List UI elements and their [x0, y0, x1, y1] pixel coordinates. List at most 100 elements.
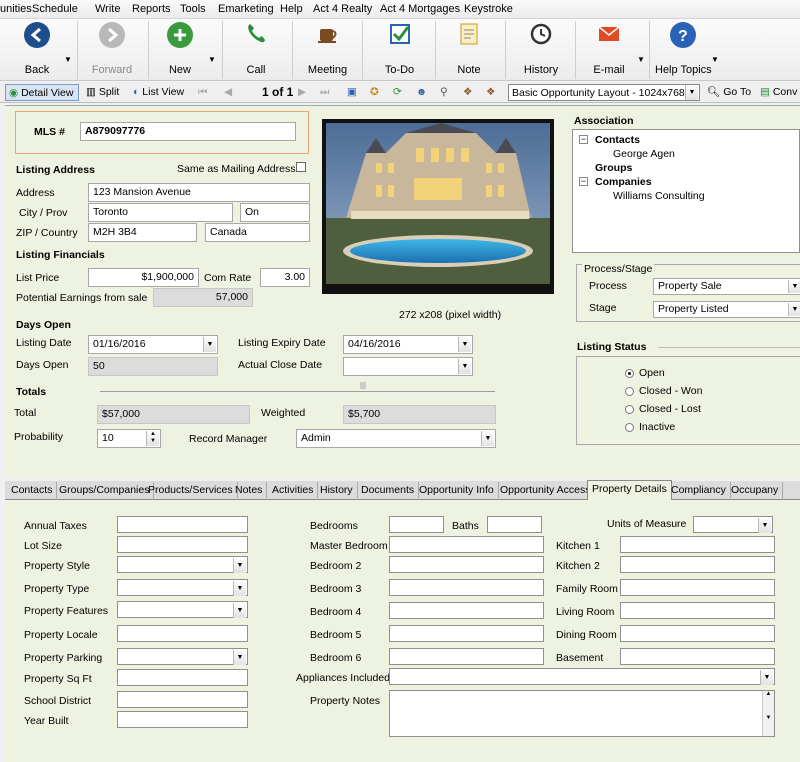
back-dropdown-icon[interactable]: ▼ — [64, 55, 72, 64]
property-locale-field[interactable] — [117, 625, 248, 642]
tab-opportunity-access[interactable]: Opportunity Access — [496, 482, 596, 500]
call-button[interactable]: Call — [230, 19, 282, 81]
tab-occupany[interactable]: Occupany — [727, 482, 784, 500]
tab-documents[interactable]: Documents — [357, 482, 420, 500]
menu-schedule[interactable]: Schedule — [32, 3, 78, 15]
meeting-button[interactable]: Meeting — [300, 19, 355, 81]
tab-compliancy[interactable]: Compliancy — [667, 482, 731, 500]
go-to-button[interactable]: 🔍︎ Go To — [707, 84, 751, 101]
annual-taxes-field[interactable] — [117, 516, 248, 533]
sync-icon[interactable]: ⟳ — [393, 84, 402, 101]
help-dropdown-icon[interactable]: ▼ — [711, 55, 719, 64]
year-built-field[interactable] — [117, 711, 248, 728]
save-icon[interactable]: ▣ — [347, 84, 357, 101]
companies-node[interactable]: Companies — [595, 176, 652, 188]
bedroom-3-field[interactable] — [389, 579, 544, 596]
basement-field[interactable] — [620, 648, 775, 665]
baths-field[interactable] — [487, 516, 542, 533]
bedroom-6-field[interactable] — [389, 648, 544, 665]
bedroom-5-field[interactable] — [389, 625, 544, 642]
mls-field[interactable]: A879097776 — [80, 122, 296, 141]
contact-node[interactable]: George Agen — [613, 148, 675, 160]
tab-history[interactable]: History — [316, 482, 358, 500]
property-style-select[interactable]: ▼ — [117, 556, 248, 573]
split-button[interactable]: ▥ Split — [86, 84, 119, 101]
email-button[interactable]: E-mail — [583, 19, 635, 81]
tab-property-details[interactable]: Property Details — [587, 480, 672, 500]
menu-act4realty[interactable]: Act 4 Realty — [313, 3, 372, 15]
record-manager-select[interactable]: Admin ▼ — [296, 429, 496, 448]
menu-write[interactable]: Write — [95, 3, 120, 15]
history-button[interactable]: History — [515, 19, 567, 81]
menu-help[interactable]: Help — [280, 3, 303, 15]
status-open-radio[interactable] — [625, 369, 634, 378]
email-dropdown-icon[interactable]: ▼ — [637, 55, 645, 64]
menu-act4mortgages[interactable]: Act 4 Mortgages — [380, 3, 460, 15]
tab-opportunity-info[interactable]: Opportunity Info — [415, 482, 499, 500]
family-room-field[interactable] — [620, 579, 775, 596]
collapse-icon[interactable]: − — [579, 177, 588, 186]
list-price-field[interactable]: $1,900,000 — [88, 268, 199, 287]
lookup-icon[interactable]: ✪ — [370, 84, 379, 101]
tab-groups-companies[interactable]: Groups/Companies — [55, 482, 155, 500]
status-closed-won-radio[interactable] — [625, 387, 634, 396]
school-district-field[interactable] — [117, 691, 248, 708]
previous-record-icon[interactable]: ◀ — [224, 84, 232, 101]
tab-contacts[interactable]: Contacts — [7, 482, 58, 500]
kitchen-1-field[interactable] — [620, 536, 775, 553]
tab-products-services[interactable]: Products/Services — [144, 482, 238, 500]
company-node[interactable]: Williams Consulting — [613, 190, 705, 202]
listing-date-field[interactable]: 01/16/2016 ▼ — [88, 335, 218, 354]
list-view-button[interactable]: ◐ List View — [133, 84, 184, 101]
master-bedroom-field[interactable] — [389, 536, 544, 553]
living-room-field[interactable] — [620, 602, 775, 619]
groups-node[interactable]: Groups — [595, 162, 632, 174]
units-select[interactable]: ▼ — [693, 516, 773, 533]
tab-notes[interactable]: Notes — [231, 482, 268, 500]
property-sqft-field[interactable] — [117, 669, 248, 686]
com-rate-field[interactable]: 3.00 — [260, 268, 310, 287]
process-select[interactable]: Property Sale ▼ — [653, 278, 800, 295]
city-field[interactable]: Toronto — [88, 203, 233, 222]
back-button[interactable]: Back — [12, 19, 62, 81]
appliances-select[interactable]: ▼ — [389, 668, 775, 685]
menu-tools[interactable]: Tools — [180, 3, 206, 15]
menu-keystroke[interactable]: Keystroke — [464, 3, 513, 15]
todo-button[interactable]: To-Do — [372, 19, 427, 81]
expiry-date-field[interactable]: 04/16/2016 ▼ — [343, 335, 473, 354]
forward-button[interactable]: Forward — [82, 19, 142, 81]
convert-button[interactable]: ▤ Conv — [760, 84, 797, 101]
collapse-icon[interactable]: − — [579, 135, 588, 144]
last-record-icon[interactable]: ⏭ — [320, 84, 329, 101]
note-button[interactable]: Note — [443, 19, 495, 81]
stage-select[interactable]: Property Listed ▼ — [653, 301, 800, 318]
bedrooms-field[interactable] — [389, 516, 444, 533]
dining-room-field[interactable] — [620, 625, 775, 642]
country-field[interactable]: Canada — [205, 223, 310, 242]
notes-scrollbar[interactable]: ▲ ▼ — [762, 691, 774, 736]
tab-activities[interactable]: Activities — [268, 482, 319, 500]
company-icon[interactable]: ❖ — [486, 84, 495, 101]
splitter-handle[interactable] — [360, 382, 366, 389]
bedroom-4-field[interactable] — [389, 602, 544, 619]
attach-icon[interactable]: ⚲ — [440, 84, 448, 101]
next-record-icon[interactable]: ▶ — [298, 84, 306, 101]
kitchen-2-field[interactable] — [620, 556, 775, 573]
status-closed-lost-radio[interactable] — [625, 405, 634, 414]
lot-size-field[interactable] — [117, 536, 248, 553]
property-type-select[interactable]: ▼ — [117, 579, 248, 596]
new-dropdown-icon[interactable]: ▼ — [208, 55, 216, 64]
contacts-node[interactable]: Contacts — [595, 134, 640, 146]
close-date-field[interactable]: ▼ — [343, 357, 473, 376]
property-features-select[interactable]: ▼ — [117, 601, 248, 618]
first-record-icon[interactable]: ⏮ — [198, 84, 207, 101]
address-field[interactable]: 123 Mansion Avenue — [88, 183, 310, 202]
menu-emarketing[interactable]: Emarketing — [218, 3, 274, 15]
status-inactive-radio[interactable] — [625, 423, 634, 432]
menu-reports[interactable]: Reports — [132, 3, 171, 15]
new-button[interactable]: New — [155, 19, 205, 81]
same-as-mailing-checkbox[interactable] — [296, 162, 306, 172]
menu-opportunities[interactable]: unities — [0, 3, 32, 15]
property-parking-select[interactable]: ▼ — [117, 648, 248, 665]
probability-stepper[interactable]: 10 ▲ ▼ — [97, 429, 161, 448]
